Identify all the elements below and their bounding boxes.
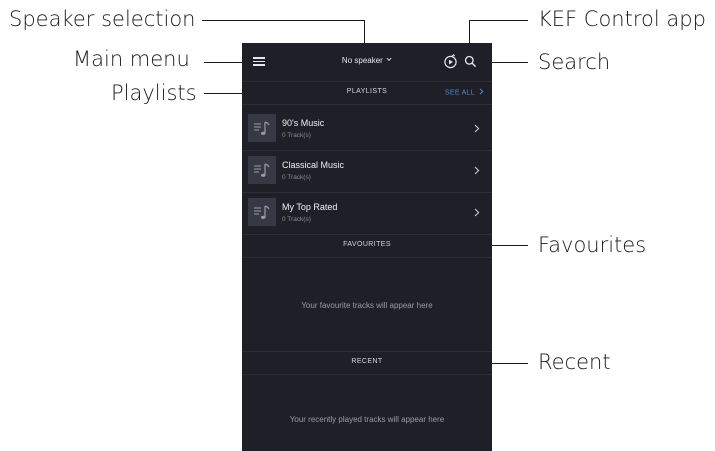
annotation-main-menu: Main menu [73, 47, 190, 71]
music-note-icon [254, 163, 270, 177]
chevron-right-icon [474, 208, 480, 217]
app-screen: No speaker PLAYLISTS SEE ALL 90's Music … [242, 43, 492, 451]
top-bar: No speaker [242, 43, 492, 81]
playlist-thumbnail [248, 114, 276, 142]
chevron-right-icon [474, 166, 480, 175]
annotation-kef-control-app: KEF Control app [538, 7, 706, 31]
playlist-row[interactable]: 90's Music 0 Track(s) [242, 108, 492, 151]
music-note-icon [254, 205, 270, 219]
annotation-favourites: Favourites [538, 233, 647, 257]
favourites-title: FAVOURITES [343, 241, 391, 248]
playlist-track-count: 0 Track(s) [282, 174, 311, 181]
leader-line-search [487, 62, 528, 64]
playlist-thumbnail [248, 198, 276, 226]
annotation-search: Search [538, 50, 611, 74]
speaker-selector[interactable]: No speaker [332, 56, 402, 65]
chevron-down-icon [386, 57, 392, 62]
kef-control-icon[interactable] [443, 54, 458, 69]
see-all-link[interactable]: SEE ALL [445, 88, 484, 97]
playlist-thumbnail [248, 156, 276, 184]
see-all-label: SEE ALL [444, 89, 475, 97]
search-icon[interactable] [464, 55, 477, 68]
leader-line-kef-control-app [469, 20, 528, 22]
chevron-right-icon [474, 124, 480, 133]
favourites-empty-message: Your favourite tracks will appear here [301, 301, 433, 310]
hamburger-icon[interactable] [253, 57, 265, 66]
playlists-header: PLAYLISTS SEE ALL [242, 81, 492, 105]
playlist-row[interactable]: Classical Music 0 Track(s) [242, 150, 492, 193]
recent-empty-message: Your recently played tracks will appear … [289, 415, 445, 424]
playlist-name: My Top Rated [282, 202, 338, 212]
recent-title: RECENT [351, 358, 383, 365]
playlist-row[interactable]: My Top Rated 0 Track(s) [242, 192, 492, 235]
speaker-selector-label: No speaker [341, 56, 383, 65]
playlist-name: Classical Music [282, 160, 345, 170]
annotation-recent: Recent [538, 350, 611, 374]
annotation-playlists: Playlists [111, 81, 197, 105]
chevron-right-icon [479, 88, 484, 95]
favourites-header: FAVOURITES [242, 234, 492, 258]
playlist-name: 90's Music [282, 118, 325, 128]
playlist-track-count: 0 Track(s) [282, 216, 311, 223]
leader-line-speaker-selection [202, 20, 365, 22]
playlist-track-count: 0 Track(s) [282, 132, 311, 139]
recent-header: RECENT [242, 351, 492, 375]
annotation-speaker-selection: Speaker selection [9, 7, 196, 31]
music-note-icon [254, 121, 270, 135]
